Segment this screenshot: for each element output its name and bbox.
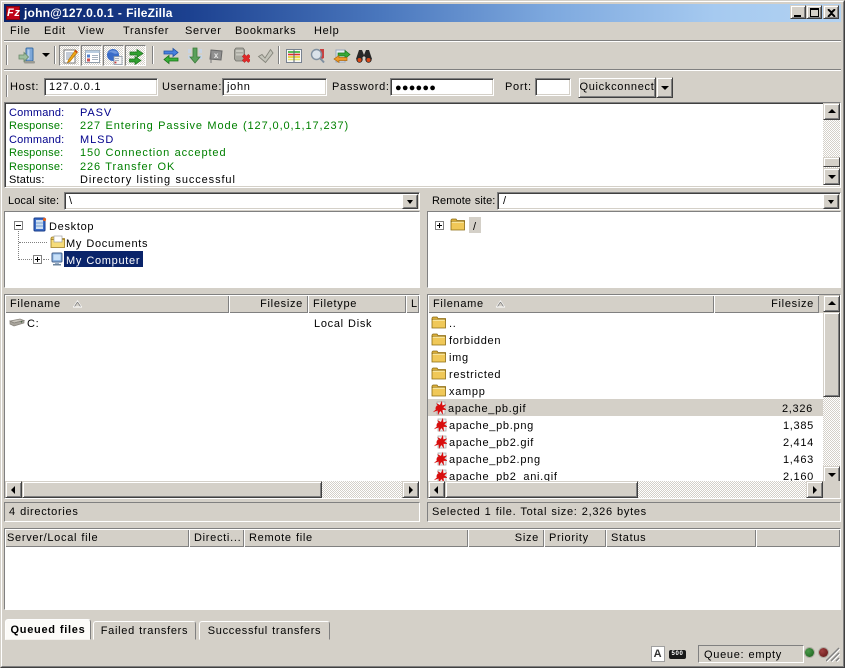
svg-text:x: x <box>214 51 219 60</box>
